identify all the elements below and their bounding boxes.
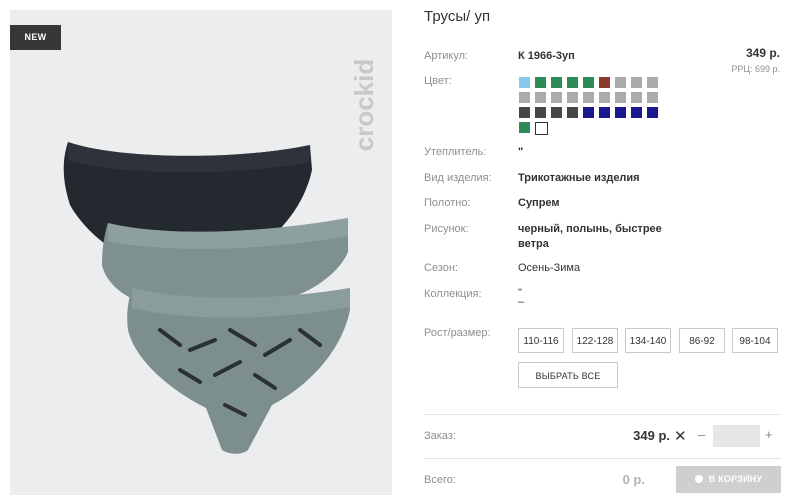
article-label: Артикул:	[424, 50, 469, 62]
color-swatch[interactable]	[551, 107, 562, 118]
color-swatch[interactable]	[631, 77, 642, 88]
insulation-label: Утеплитель:	[424, 146, 487, 158]
add-to-cart-label: В КОРЗИНУ	[708, 474, 763, 484]
size-label: Рост/размер:	[424, 327, 491, 339]
color-swatch[interactable]	[583, 77, 594, 88]
size-option-122-128[interactable]: 122-128	[572, 328, 618, 353]
color-swatch-selected[interactable]	[535, 122, 548, 135]
size-option-98-104[interactable]: 98-104	[732, 328, 778, 353]
rrp-price: РРЦ: 699 р.	[731, 64, 780, 74]
total-label: Всего:	[424, 474, 456, 486]
article-value: К 1966-3уп	[518, 50, 575, 62]
order-price: 349 р.	[633, 428, 670, 443]
color-swatch[interactable]	[519, 92, 530, 103]
brand-text: crockid	[349, 59, 379, 152]
type-value: Трикотажные изделия	[518, 172, 640, 184]
crockid-logo: crockid	[349, 59, 379, 152]
color-swatch[interactable]	[583, 92, 594, 103]
total-value: 0 р.	[622, 472, 645, 487]
collection-label: Коллекция:	[424, 288, 482, 300]
pattern-label: Рисунок:	[424, 223, 469, 235]
size-option-134-140[interactable]: 134-140	[625, 328, 671, 353]
color-swatch[interactable]	[535, 92, 546, 103]
pattern-value-line2: ветра	[518, 238, 549, 250]
color-swatch[interactable]	[567, 92, 578, 103]
fabric-value: Супрем	[518, 197, 560, 209]
color-swatch[interactable]	[615, 77, 626, 88]
color-swatch[interactable]	[599, 77, 610, 88]
product-title: Трусы/ уп	[424, 8, 491, 25]
color-swatch[interactable]	[599, 92, 610, 103]
color-label: Цвет:	[424, 75, 452, 87]
type-label: Вид изделия:	[424, 172, 492, 184]
pattern-value-line1: черный, полынь, быстрее	[518, 223, 662, 235]
color-swatch[interactable]	[535, 107, 546, 118]
product-image	[63, 142, 350, 454]
divider-top	[424, 414, 781, 415]
color-swatch[interactable]	[551, 92, 562, 103]
color-swatch[interactable]	[615, 92, 626, 103]
color-swatch[interactable]	[519, 122, 530, 133]
color-swatch[interactable]	[615, 107, 626, 118]
product-price: 349 р.	[745, 46, 780, 60]
divider-bottom	[424, 458, 781, 459]
qty-decrease-button[interactable]: –	[698, 427, 705, 442]
season-value: Осень-Зима	[518, 262, 581, 274]
color-swatch[interactable]	[519, 107, 530, 118]
qty-input[interactable]	[713, 425, 760, 447]
color-swatch[interactable]	[647, 92, 658, 103]
color-swatch[interactable]	[567, 77, 578, 88]
qty-increase-button[interactable]: +	[765, 427, 773, 442]
fabric-label: Полотно:	[424, 197, 471, 209]
product-photo[interactable]: NEW crockid	[10, 10, 392, 495]
cart-icon	[694, 475, 703, 483]
remove-icon[interactable]: ✕	[674, 427, 687, 445]
color-swatch[interactable]	[551, 77, 562, 88]
color-swatch[interactable]	[647, 77, 658, 88]
color-swatch[interactable]	[567, 107, 578, 118]
order-label: Заказ:	[424, 430, 456, 442]
color-swatch[interactable]	[583, 107, 594, 118]
add-to-cart-button[interactable]: В КОРЗИНУ	[676, 466, 781, 493]
new-badge: NEW	[10, 25, 61, 50]
season-label: Сезон:	[424, 262, 458, 274]
insulation-value: "	[518, 146, 524, 158]
color-swatch[interactable]	[535, 77, 546, 88]
select-all-sizes-button[interactable]: ВЫБРАТЬ ВСЕ	[518, 362, 618, 388]
color-swatch[interactable]	[647, 107, 658, 118]
collection-value-line2: –	[518, 296, 525, 308]
size-option-110-116[interactable]: 110-116	[518, 328, 564, 353]
size-option-86-92[interactable]: 86-92	[679, 328, 725, 353]
color-swatch[interactable]	[519, 77, 530, 88]
color-swatch[interactable]	[631, 107, 642, 118]
color-swatch[interactable]	[631, 92, 642, 103]
color-swatch[interactable]	[599, 107, 610, 118]
